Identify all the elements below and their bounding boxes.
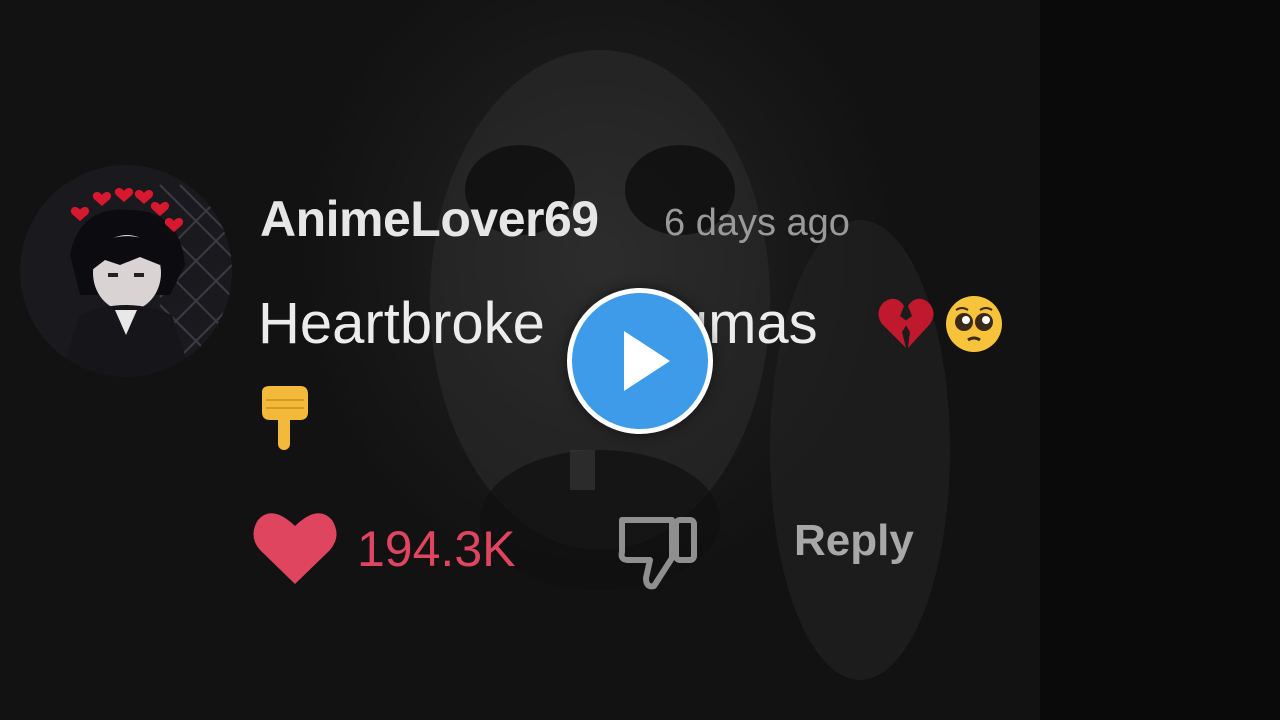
play-button[interactable]: [567, 288, 713, 434]
comment-username[interactable]: AnimeLover69: [260, 190, 599, 248]
heart-icon[interactable]: [252, 508, 338, 593]
video-frame: AnimeLover69 6 days ago Heartbrokeigmas: [0, 0, 1280, 720]
play-icon: [624, 331, 670, 391]
comment-text: Heartbroke igmas: [258, 290, 818, 357]
like-count: 194.3K: [357, 521, 516, 577]
pointing-down-icon: [256, 386, 312, 459]
comment-emojis: [874, 292, 1006, 361]
letterbox-strip: [1040, 0, 1280, 720]
comment-card: AnimeLover69 6 days ago Heartbrokeigmas: [0, 0, 1040, 720]
comment-timestamp: 6 days ago: [664, 202, 850, 244]
pleading-face-icon: [942, 292, 1006, 361]
reply-button[interactable]: Reply: [794, 516, 914, 566]
thumbs-down-icon[interactable]: [616, 508, 700, 597]
avatar[interactable]: [20, 165, 232, 377]
comment-text-start: Heartbroke: [258, 291, 545, 356]
broken-heart-icon: [874, 292, 938, 361]
